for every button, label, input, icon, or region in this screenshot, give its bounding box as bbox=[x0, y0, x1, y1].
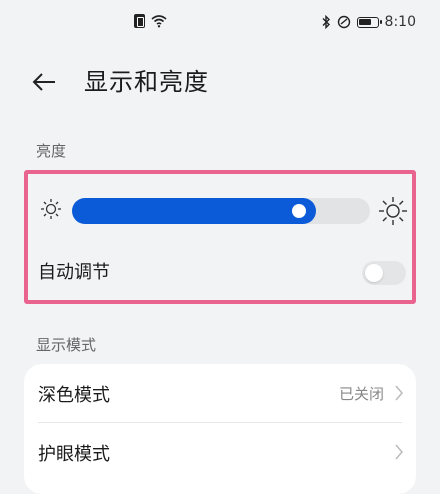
page-title: 显示和亮度 bbox=[84, 68, 209, 96]
bluetooth-icon bbox=[322, 15, 330, 29]
chevron-right-icon bbox=[395, 444, 403, 460]
status-bar-right: 8:10 bbox=[321, 14, 416, 30]
arrow-left-icon bbox=[32, 73, 55, 91]
battery-icon bbox=[356, 16, 382, 28]
dnd-icon bbox=[337, 15, 350, 29]
dark-mode-label: 深色模式 bbox=[38, 385, 110, 406]
display-mode-card: 深色模式 已关闭 护眼模式 bbox=[24, 364, 416, 494]
header: 显示和亮度 bbox=[0, 64, 440, 100]
brightness-slider-thumb[interactable] bbox=[292, 204, 306, 218]
chevron-right-icon bbox=[395, 385, 403, 401]
status-bar-left bbox=[134, 14, 167, 28]
sun-large-icon bbox=[379, 197, 407, 225]
display-mode-section-label: 显示模式 bbox=[36, 336, 97, 354]
dark-mode-row[interactable]: 深色模式 已关闭 bbox=[24, 364, 416, 422]
back-button[interactable] bbox=[28, 66, 60, 98]
sun-small-icon bbox=[41, 199, 61, 219]
auto-adjust-toggle-knob bbox=[365, 264, 383, 282]
wifi-icon bbox=[151, 15, 167, 28]
eye-comfort-row[interactable]: 护眼模式 bbox=[24, 423, 416, 481]
auto-adjust-toggle[interactable] bbox=[362, 261, 406, 285]
brightness-section-label: 亮度 bbox=[36, 142, 67, 160]
status-time: 8:10 bbox=[384, 14, 416, 30]
status-bar: 8:10 bbox=[0, 0, 440, 48]
sim-icon bbox=[134, 14, 145, 28]
dark-mode-status: 已关闭 bbox=[338, 385, 384, 403]
brightness-slider[interactable] bbox=[72, 198, 370, 224]
eye-comfort-label: 护眼模式 bbox=[38, 444, 110, 465]
auto-adjust-label: 自动调节 bbox=[38, 262, 110, 283]
brightness-slider-fill bbox=[72, 198, 316, 224]
